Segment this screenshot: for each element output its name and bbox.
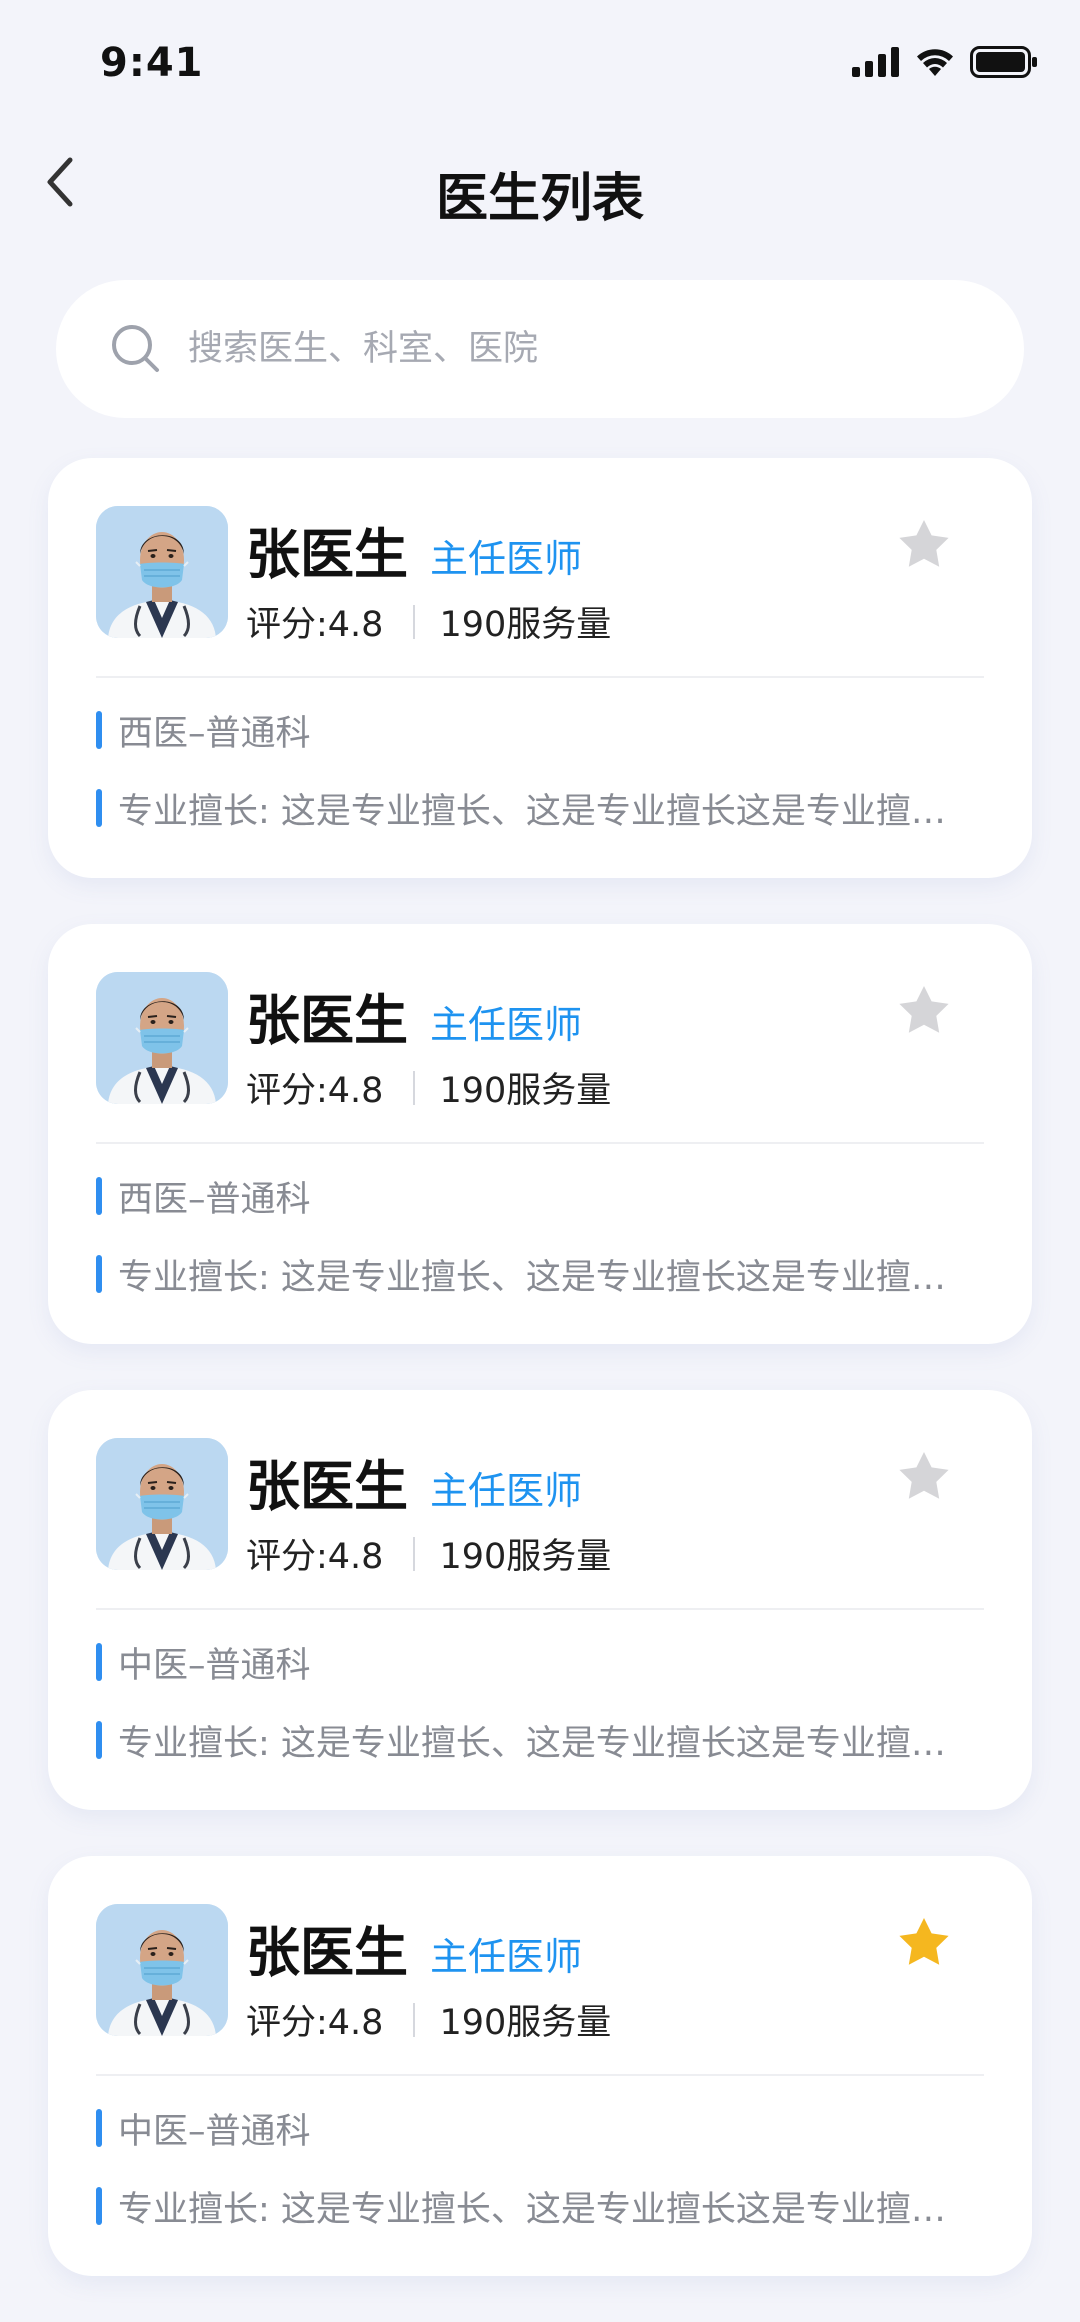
star-icon [897, 984, 951, 1040]
department-text: 中医–普通科 [118, 1645, 311, 1685]
search-bar[interactable] [56, 280, 1024, 418]
status-bar: 9:41 [0, 0, 1080, 132]
doctor-meta: 评分:4.8 190服务量 [246, 596, 611, 647]
meta-divider [413, 2002, 416, 2037]
star-icon [897, 1916, 951, 1972]
battery-icon [970, 46, 1038, 82]
status-time: 9:41 [100, 40, 204, 86]
signal-icon [852, 47, 900, 81]
doctor-name: 张医生 [246, 989, 408, 1052]
doctor-title: 主任医师 [430, 1003, 583, 1047]
doctor-meta: 评分:4.8 190服务量 [246, 1994, 611, 2045]
search-icon [108, 321, 164, 377]
marker-bar [96, 1177, 102, 1215]
star-icon [897, 518, 951, 574]
rating-text: 评分:4.8 [246, 2003, 384, 2043]
expertise-line: 专业擅长: 这是专业擅长、这是专业擅长这是专业擅长这是专业擅长 [96, 786, 962, 830]
department-text: 西医–普通科 [118, 713, 311, 753]
card-divider [96, 1608, 984, 1610]
doctor-title: 主任医师 [430, 537, 583, 581]
doctor-title: 主任医师 [430, 1935, 583, 1979]
expertise-text: 专业擅长: 这是专业擅长、这是专业擅长这是专业擅长这是专业擅长 [118, 1257, 962, 1297]
card-divider [96, 1142, 984, 1144]
doctor-name: 张医生 [246, 1455, 408, 1518]
marker-bar [96, 789, 102, 827]
expertise-text: 专业擅长: 这是专业擅长、这是专业擅长这是专业擅长这是专业擅长 [118, 791, 962, 831]
doctor-avatar [96, 1904, 228, 2036]
expertise-line: 专业擅长: 这是专业擅长、这是专业擅长这是专业擅长这是专业擅长 [96, 1718, 962, 1762]
marker-bar [96, 2109, 102, 2147]
department-line: 西医–普通科 [96, 708, 962, 752]
search-input[interactable] [186, 328, 950, 370]
doctor-list: 张医生 主任医师 评分:4.8 190服务量 西医–普通科 专业擅长: 这是专业… [48, 458, 1032, 2322]
favorite-button[interactable] [896, 518, 952, 574]
status-icons [852, 46, 1038, 82]
doctor-avatar [96, 1438, 228, 1570]
service-count: 190服务量 [439, 2003, 612, 2043]
department-text: 中医–普通科 [118, 2111, 311, 2151]
service-count: 190服务量 [439, 1071, 612, 1111]
department-line: 中医–普通科 [96, 1640, 962, 1684]
favorite-button[interactable] [896, 984, 952, 1040]
header: 医生列表 [0, 130, 1080, 250]
department-line: 中医–普通科 [96, 2106, 962, 2150]
meta-divider [413, 604, 416, 639]
rating-text: 评分:4.8 [246, 1071, 384, 1111]
rating-text: 评分:4.8 [246, 1537, 384, 1577]
favorite-button[interactable] [896, 1450, 952, 1506]
department-text: 西医–普通科 [118, 1179, 311, 1219]
doctor-meta: 评分:4.8 190服务量 [246, 1062, 611, 1113]
doctor-name: 张医生 [246, 523, 408, 586]
meta-divider [413, 1070, 416, 1105]
marker-bar [96, 1721, 102, 1759]
doctor-card[interactable]: 张医生 主任医师 评分:4.8 190服务量 中医–普通科 专业擅长: 这是专业… [48, 1856, 1032, 2276]
doctor-card[interactable]: 张医生 主任医师 评分:4.8 190服务量 西医–普通科 专业擅长: 这是专业… [48, 924, 1032, 1344]
wifi-icon [914, 46, 956, 82]
rating-text: 评分:4.8 [246, 605, 384, 645]
marker-bar [96, 1643, 102, 1681]
doctor-card[interactable]: 张医生 主任医师 评分:4.8 190服务量 中医–普通科 专业擅长: 这是专业… [48, 1390, 1032, 1810]
expertise-line: 专业擅长: 这是专业擅长、这是专业擅长这是专业擅长这是专业擅长 [96, 2184, 962, 2228]
marker-bar [96, 2187, 102, 2225]
doctor-card[interactable]: 张医生 主任医师 评分:4.8 190服务量 西医–普通科 专业擅长: 这是专业… [48, 458, 1032, 878]
doctor-meta: 评分:4.8 190服务量 [246, 1528, 611, 1579]
card-divider [96, 676, 984, 678]
expertise-text: 专业擅长: 这是专业擅长、这是专业擅长这是专业擅长这是专业擅长 [118, 1723, 962, 1763]
department-line: 西医–普通科 [96, 1174, 962, 1218]
doctor-avatar [96, 972, 228, 1104]
page-title: 医生列表 [435, 169, 644, 229]
marker-bar [96, 1255, 102, 1293]
expertise-text: 专业擅长: 这是专业擅长、这是专业擅长这是专业擅长这是专业擅长 [118, 2189, 962, 2229]
favorite-button[interactable] [896, 1916, 952, 1972]
marker-bar [96, 711, 102, 749]
expertise-line: 专业擅长: 这是专业擅长、这是专业擅长这是专业擅长这是专业擅长 [96, 1252, 962, 1296]
service-count: 190服务量 [439, 605, 612, 645]
doctor-avatar [96, 506, 228, 638]
service-count: 190服务量 [439, 1537, 612, 1577]
star-icon [897, 1450, 951, 1506]
doctor-title: 主任医师 [430, 1469, 583, 1513]
meta-divider [413, 1536, 416, 1571]
card-divider [96, 2074, 984, 2076]
